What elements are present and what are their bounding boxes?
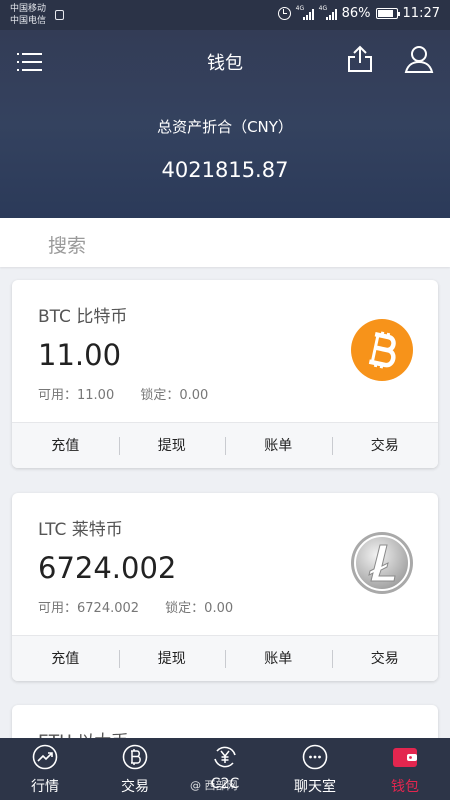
carrier-2: 中国电信: [10, 16, 47, 26]
coin-balance-detail: 可用：6724.002 锁定：0.00: [38, 597, 233, 616]
signal-icon-1: 4G: [296, 5, 314, 20]
card-actions: 充值 提现 账单 交易: [12, 635, 438, 681]
deposit-button[interactable]: 充值: [12, 636, 119, 681]
coin-balance: 6724.002: [38, 551, 177, 585]
clock: 11:27: [402, 6, 440, 21]
search-bar[interactable]: 搜索: [0, 218, 450, 267]
bitcoin-circle-icon: [122, 744, 148, 770]
trade-button[interactable]: 交易: [331, 636, 439, 681]
carrier-info: 中国移动 中国电信: [10, 3, 46, 27]
alarm-icon: [277, 7, 291, 20]
withdraw-button[interactable]: 提现: [118, 636, 226, 681]
litecoin-icon: [350, 531, 414, 595]
trend-icon: [32, 744, 58, 770]
wallet-header: 钱包 总资产折合（CNY） 4021815.87: [0, 30, 450, 218]
available-balance: 可用：6724.002: [38, 601, 140, 616]
bill-button[interactable]: 账单: [225, 423, 332, 468]
coin-name: LTC 莱特币: [38, 520, 123, 540]
card-actions: 充值 提现 账单 交易: [12, 422, 438, 468]
battery-percent: 86%: [341, 6, 371, 21]
deposit-button[interactable]: 充值: [12, 423, 119, 468]
carrier-1: 中国移动: [10, 4, 47, 14]
watermark: @ 西部网: [190, 777, 238, 793]
tab-chatroom[interactable]: 聊天室: [270, 738, 360, 800]
tab-label: 行情: [31, 779, 59, 795]
sim-icon: [55, 10, 64, 20]
status-bar: 中国移动 中国电信 4G 4G 86% 11:27: [0, 0, 450, 30]
available-balance: 可用：11.00: [38, 388, 115, 403]
search-input[interactable]: 搜索: [48, 231, 86, 258]
trade-button[interactable]: 交易: [331, 423, 439, 468]
battery-icon: [375, 8, 400, 19]
user-icon[interactable]: [404, 44, 434, 74]
status-indicators: 4G 4G 86% 11:27: [277, 5, 440, 21]
withdraw-button[interactable]: 提现: [118, 423, 226, 468]
coin-balance: 11.00: [38, 338, 122, 372]
total-assets-label: 总资产折合（CNY）: [157, 118, 293, 136]
tab-wallet[interactable]: 钱包: [360, 738, 450, 800]
chat-icon: [302, 744, 328, 770]
yuan-exchange-icon: [212, 744, 238, 770]
wallet-card-btc: BTC 比特币 11.00 可用：11.00 锁定：0.00 充值 提现 账单 …: [12, 280, 438, 468]
coin-name: BTC 比特币: [38, 307, 128, 327]
watermark-text: @ 西部网: [190, 779, 238, 792]
tab-label: 钱包: [391, 779, 419, 795]
total-assets-value: 4021815.87: [161, 158, 289, 182]
tab-market[interactable]: 行情: [0, 738, 90, 800]
tab-label: 聊天室: [294, 779, 336, 795]
bill-button[interactable]: 账单: [225, 636, 332, 681]
coin-balance-detail: 可用：11.00 锁定：0.00: [38, 384, 208, 403]
wallet-card-ltc: LTC 莱特币 6724.002 可用：6724.002 锁定：0.00 充值 …: [12, 493, 438, 681]
page-title: 钱包: [207, 53, 243, 74]
locked-balance: 锁定：0.00: [165, 601, 234, 616]
tab-trade[interactable]: 交易: [90, 738, 180, 800]
wallet-icon: [392, 744, 418, 770]
signal-icon-2: 4G: [319, 5, 337, 20]
tab-label: 交易: [121, 779, 149, 795]
bitcoin-icon: [350, 318, 414, 382]
share-icon[interactable]: [346, 44, 374, 74]
locked-balance: 锁定：0.00: [140, 388, 209, 403]
